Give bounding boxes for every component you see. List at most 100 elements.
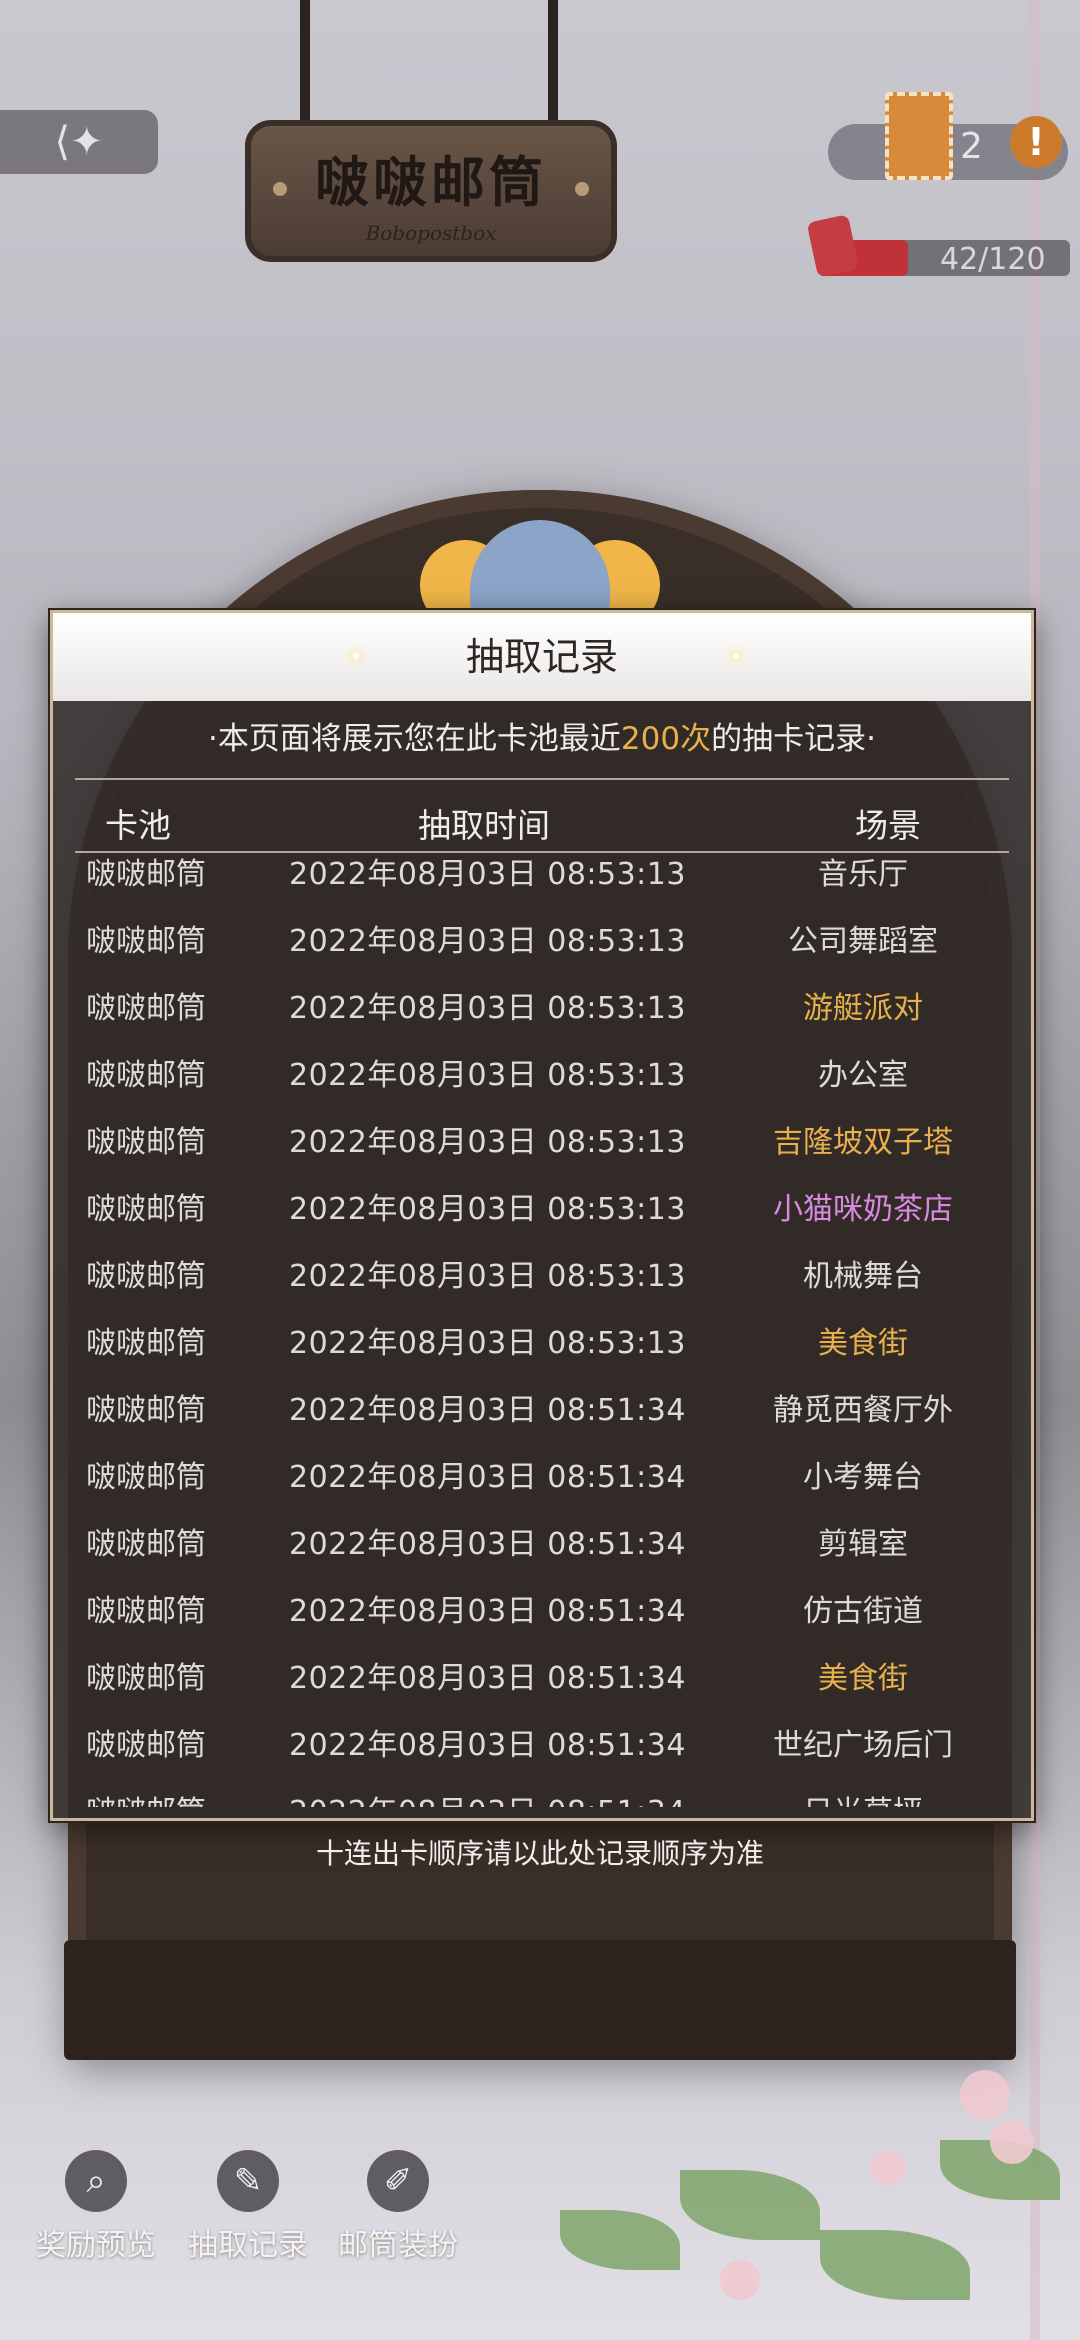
- record-pool: 啵啵邮筒: [86, 1192, 206, 1227]
- sparkle-icon: [353, 653, 359, 659]
- column-header-pool: 卡池: [105, 806, 171, 845]
- record-row: 啵啵邮筒 2022年08月03日 08:53:13 音乐厅: [53, 855, 1031, 900]
- sparkle-icon: [733, 653, 739, 659]
- record-time: 2022年08月03日 08:53:13: [289, 1125, 686, 1160]
- record-pool: 啵啵邮筒: [86, 1787, 206, 1807]
- footer-note: 十连出卡顺序请以此处记录顺序为准: [315, 1837, 764, 1870]
- toolbar-label: 抽取记录: [188, 2228, 308, 2263]
- column-header-scene: 场景: [855, 806, 921, 845]
- record-time: 2022年08月03日 08:51:34: [289, 1661, 686, 1696]
- draw-record-dialog: 抽取记录 ·本页面将展示您在此卡池最近200次的抽卡记录· 卡池 抽取时间 场景…: [50, 610, 1034, 1821]
- flower-decoration: [520, 2060, 1080, 2340]
- record-row: 啵啵邮筒 2022年08月03日 08:51:34 小考舞台: [53, 1436, 1031, 1503]
- record-row: 啵啵邮筒 2022年08月03日 08:53:13 美食街: [53, 1302, 1031, 1369]
- record-scene: 游艇派对: [803, 991, 923, 1026]
- blossom-decoration: [720, 2260, 760, 2300]
- record-scene: 仿古街道: [803, 1594, 923, 1629]
- record-icon: ✎: [217, 2150, 279, 2212]
- postbox-decor-button[interactable]: ✐ 邮筒装扮: [328, 2150, 468, 2264]
- record-scene: 公司舞蹈室: [788, 924, 938, 959]
- record-row: 啵啵邮筒 2022年08月03日 08:53:13 吉隆坡双子塔: [53, 1101, 1031, 1168]
- record-scene: 日光草坪: [743, 1787, 983, 1807]
- postbox-base: [64, 1940, 1016, 2060]
- record-pool: 啵啵邮筒: [86, 1125, 206, 1160]
- record-scene: 小考舞台: [803, 1460, 923, 1495]
- magnifier-icon: ⌕: [65, 2150, 127, 2212]
- record-time: 2022年08月03日 08:53:13: [289, 1259, 686, 1294]
- record-pool: 啵啵邮筒: [86, 1728, 206, 1763]
- signboard-subtitle: Bobopostbox: [365, 221, 497, 245]
- leaf-decoration: [680, 2170, 820, 2240]
- record-scene: 办公室: [818, 1058, 908, 1093]
- record-time: 2022年08月03日 08:53:13: [289, 1058, 686, 1093]
- record-row: 啵啵邮筒 2022年08月03日 08:53:13 机械舞台: [53, 1235, 1031, 1302]
- dialog-header: 抽取记录: [53, 613, 1031, 701]
- record-pool: 啵啵邮筒: [86, 1527, 206, 1562]
- notice-suffix: 的抽卡记录·: [711, 721, 876, 757]
- reward-preview-button[interactable]: ⌕ 奖励预览: [26, 2150, 166, 2264]
- record-time: 2022年08月03日 08:53:13: [289, 857, 686, 892]
- stamp-count: 2: [960, 126, 983, 167]
- record-time: 2022年08月03日 08:53:13: [289, 991, 686, 1026]
- record-row: 啵啵邮筒 2022年08月03日 08:53:13 办公室: [53, 1034, 1031, 1101]
- record-row: 啵啵邮筒 2022年08月03日 08:53:13 公司舞蹈室: [53, 900, 1031, 967]
- record-pool: 啵啵邮筒: [86, 1058, 206, 1093]
- alert-icon[interactable]: !: [1010, 116, 1062, 168]
- sign-chain: [300, 0, 310, 140]
- table-header: 卡池 抽取时间 场景: [53, 783, 1031, 853]
- record-scene: 小猫咪奶茶店: [773, 1192, 953, 1227]
- record-list[interactable]: 啵啵邮筒 2022年08月03日 08:53:13 音乐厅 啵啵邮筒 2022年08月0…: [53, 855, 1031, 1807]
- record-scene: 吉隆坡双子塔: [773, 1125, 953, 1160]
- record-row: 啵啵邮筒 2022年08月03日 08:51:34 日光草坪: [53, 1771, 1031, 1807]
- record-time: 2022年08月03日 08:51:34: [289, 1393, 686, 1428]
- record-pool: 啵啵邮筒: [86, 1259, 206, 1294]
- record-pool: 啵啵邮筒: [86, 924, 206, 959]
- record-pool: 啵啵邮筒: [86, 1326, 206, 1361]
- record-row: 啵啵邮筒 2022年08月03日 08:53:13 游艇派对: [53, 967, 1031, 1034]
- divider: [75, 778, 1009, 780]
- dialog-title: 抽取记录: [465, 635, 618, 679]
- record-time: 2022年08月03日 08:51:34: [289, 1728, 686, 1763]
- record-row: 啵啵邮筒 2022年08月03日 08:51:34 仿古街道: [53, 1570, 1031, 1637]
- notice-text: ·本页面将展示您在此卡池最近200次的抽卡记录·: [53, 713, 1031, 758]
- record-row: 啵啵邮筒 2022年08月03日 08:51:34 世纪广场后门: [53, 1704, 1031, 1771]
- record-pool: 啵啵邮筒: [86, 1661, 206, 1696]
- toolbar-label: 奖励预览: [36, 2228, 156, 2263]
- record-time: 2022年08月03日 08:51:34: [289, 1594, 686, 1629]
- leaf-decoration: [560, 2210, 680, 2270]
- title-signboard: 啵啵邮筒 Bobopostbox: [245, 120, 617, 262]
- record-scene: 音乐厅: [818, 857, 908, 892]
- record-scene: 世纪广场后门: [773, 1728, 953, 1763]
- blossom-decoration: [870, 2150, 906, 2186]
- record-time: 2022年08月03日 08:53:13: [289, 924, 686, 959]
- blossom-decoration: [960, 2070, 1010, 2120]
- record-scene: 剪辑室: [818, 1527, 908, 1562]
- record-pool: 啵啵邮筒: [86, 1594, 206, 1629]
- back-button[interactable]: ⟨✦: [0, 110, 158, 174]
- record-time: 2022年08月03日 08:53:13: [289, 1326, 686, 1361]
- draw-record-button[interactable]: ✎ 抽取记录: [178, 2150, 318, 2264]
- record-row: 啵啵邮筒 2022年08月03日 08:53:13 小猫咪奶茶店: [53, 1168, 1031, 1235]
- nail-icon: [575, 182, 589, 196]
- signboard-title: 啵啵邮筒: [315, 150, 547, 214]
- record-pool: 啵啵邮筒: [86, 991, 206, 1026]
- record-scene: 机械舞台: [803, 1259, 923, 1294]
- record-pool: 啵啵邮筒: [86, 1460, 206, 1495]
- brush-icon: ✐: [367, 2150, 429, 2212]
- blossom-decoration: [990, 2120, 1034, 2164]
- column-header-time: 抽取时间: [418, 806, 550, 845]
- record-time: 2022年08月03日 08:53:13: [289, 1192, 686, 1227]
- record-row: 啵啵邮筒 2022年08月03日 08:51:34 静觅西餐厅外: [53, 1369, 1031, 1436]
- notice-highlight: 200次: [620, 721, 712, 757]
- record-scene: 美食街: [818, 1661, 908, 1696]
- record-time: 2022年08月03日 08:51:34: [289, 1527, 686, 1562]
- record-scene: 静觅西餐厅外: [773, 1393, 953, 1428]
- sign-chain: [548, 0, 558, 140]
- record-row: 啵啵邮筒 2022年08月03日 08:51:34 美食街: [53, 1637, 1031, 1704]
- record-pool: 啵啵邮筒: [86, 1393, 206, 1428]
- record-scene: 美食街: [818, 1326, 908, 1361]
- toolbar-label: 邮筒装扮: [338, 2228, 458, 2263]
- nail-icon: [273, 182, 287, 196]
- notice-prefix: ·本页面将展示您在此卡池最近: [208, 721, 621, 757]
- leaf-decoration: [820, 2230, 970, 2300]
